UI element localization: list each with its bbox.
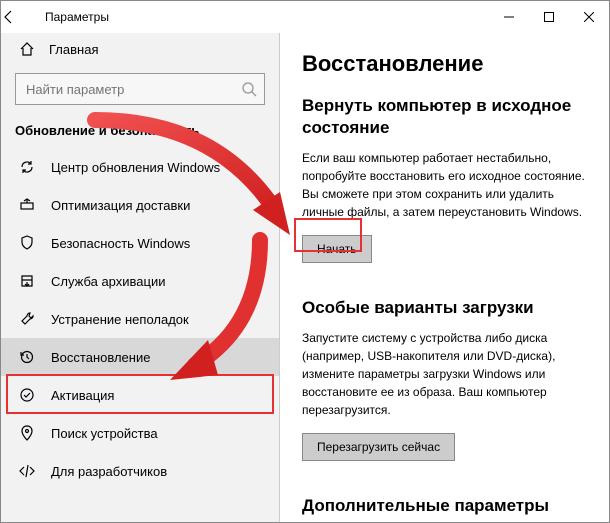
sidebar-item-backup[interactable]: Служба архивации xyxy=(1,262,279,300)
sidebar-item-label: Активация xyxy=(51,388,114,403)
home-button[interactable]: Главная xyxy=(1,33,279,65)
troubleshoot-icon xyxy=(19,311,35,327)
main-pane: Восстановление Вернуть компьютер в исход… xyxy=(279,33,609,522)
backup-icon xyxy=(19,273,35,289)
window-title: Параметры xyxy=(41,10,489,24)
close-button[interactable] xyxy=(569,1,609,33)
sidebar-item-label: Поиск устройства xyxy=(51,426,158,441)
reset-button[interactable]: Начать xyxy=(302,235,372,263)
sidebar-item-shield[interactable]: Безопасность Windows xyxy=(1,224,279,262)
sidebar-item-label: Центр обновления Windows xyxy=(51,160,220,175)
reset-heading: Вернуть компьютер в исходное состояние xyxy=(302,95,589,139)
sidebar-item-troubleshoot[interactable]: Устранение неполадок xyxy=(1,300,279,338)
sidebar-item-recovery[interactable]: Восстановление xyxy=(1,338,279,376)
sidebar: Главная Обновление и безопасность Центр … xyxy=(1,33,279,522)
sync-icon xyxy=(19,159,35,175)
sidebar-item-label: Восстановление xyxy=(51,350,150,365)
minimize-button[interactable] xyxy=(489,1,529,33)
sidebar-item-label: Оптимизация доставки xyxy=(51,198,190,213)
sidebar-item-label: Для разработчиков xyxy=(51,464,167,479)
page-title: Восстановление xyxy=(302,51,589,77)
home-label: Главная xyxy=(49,42,98,57)
sidebar-item-label: Устранение неполадок xyxy=(51,312,189,327)
reset-body: Если ваш компьютер работает нестабильно,… xyxy=(302,149,589,221)
developer-icon xyxy=(19,463,35,479)
advanced-heading: Особые варианты загрузки xyxy=(302,297,589,319)
sidebar-nav: Центр обновления Windows Оптимизация дост… xyxy=(1,148,279,522)
recovery-icon xyxy=(19,349,35,365)
sidebar-section-title: Обновление и безопасность xyxy=(1,117,279,148)
delivery-icon xyxy=(19,197,35,213)
activation-icon xyxy=(19,387,35,403)
shield-icon xyxy=(19,235,35,251)
back-button[interactable] xyxy=(1,9,41,25)
sidebar-item-label: Безопасность Windows xyxy=(51,236,190,251)
more-heading: Дополнительные параметры восстановления xyxy=(302,495,589,522)
sidebar-item-developer[interactable]: Для разработчиков xyxy=(1,452,279,490)
restart-button[interactable]: Перезагрузить сейчас xyxy=(302,433,455,461)
home-icon xyxy=(19,41,35,57)
sidebar-item-sync[interactable]: Центр обновления Windows xyxy=(1,148,279,186)
search-input[interactable] xyxy=(15,73,265,105)
sidebar-item-findmydevice[interactable]: Поиск устройства xyxy=(1,414,279,452)
findmydevice-icon xyxy=(19,425,35,441)
sidebar-item-activation[interactable]: Активация xyxy=(1,376,279,414)
search-icon xyxy=(241,81,257,97)
advanced-body: Запустите систему с устройства либо диск… xyxy=(302,329,589,419)
sidebar-item-label: Служба архивации xyxy=(51,274,166,289)
sidebar-item-delivery[interactable]: Оптимизация доставки xyxy=(1,186,279,224)
titlebar: Параметры xyxy=(1,1,609,33)
maximize-button[interactable] xyxy=(529,1,569,33)
